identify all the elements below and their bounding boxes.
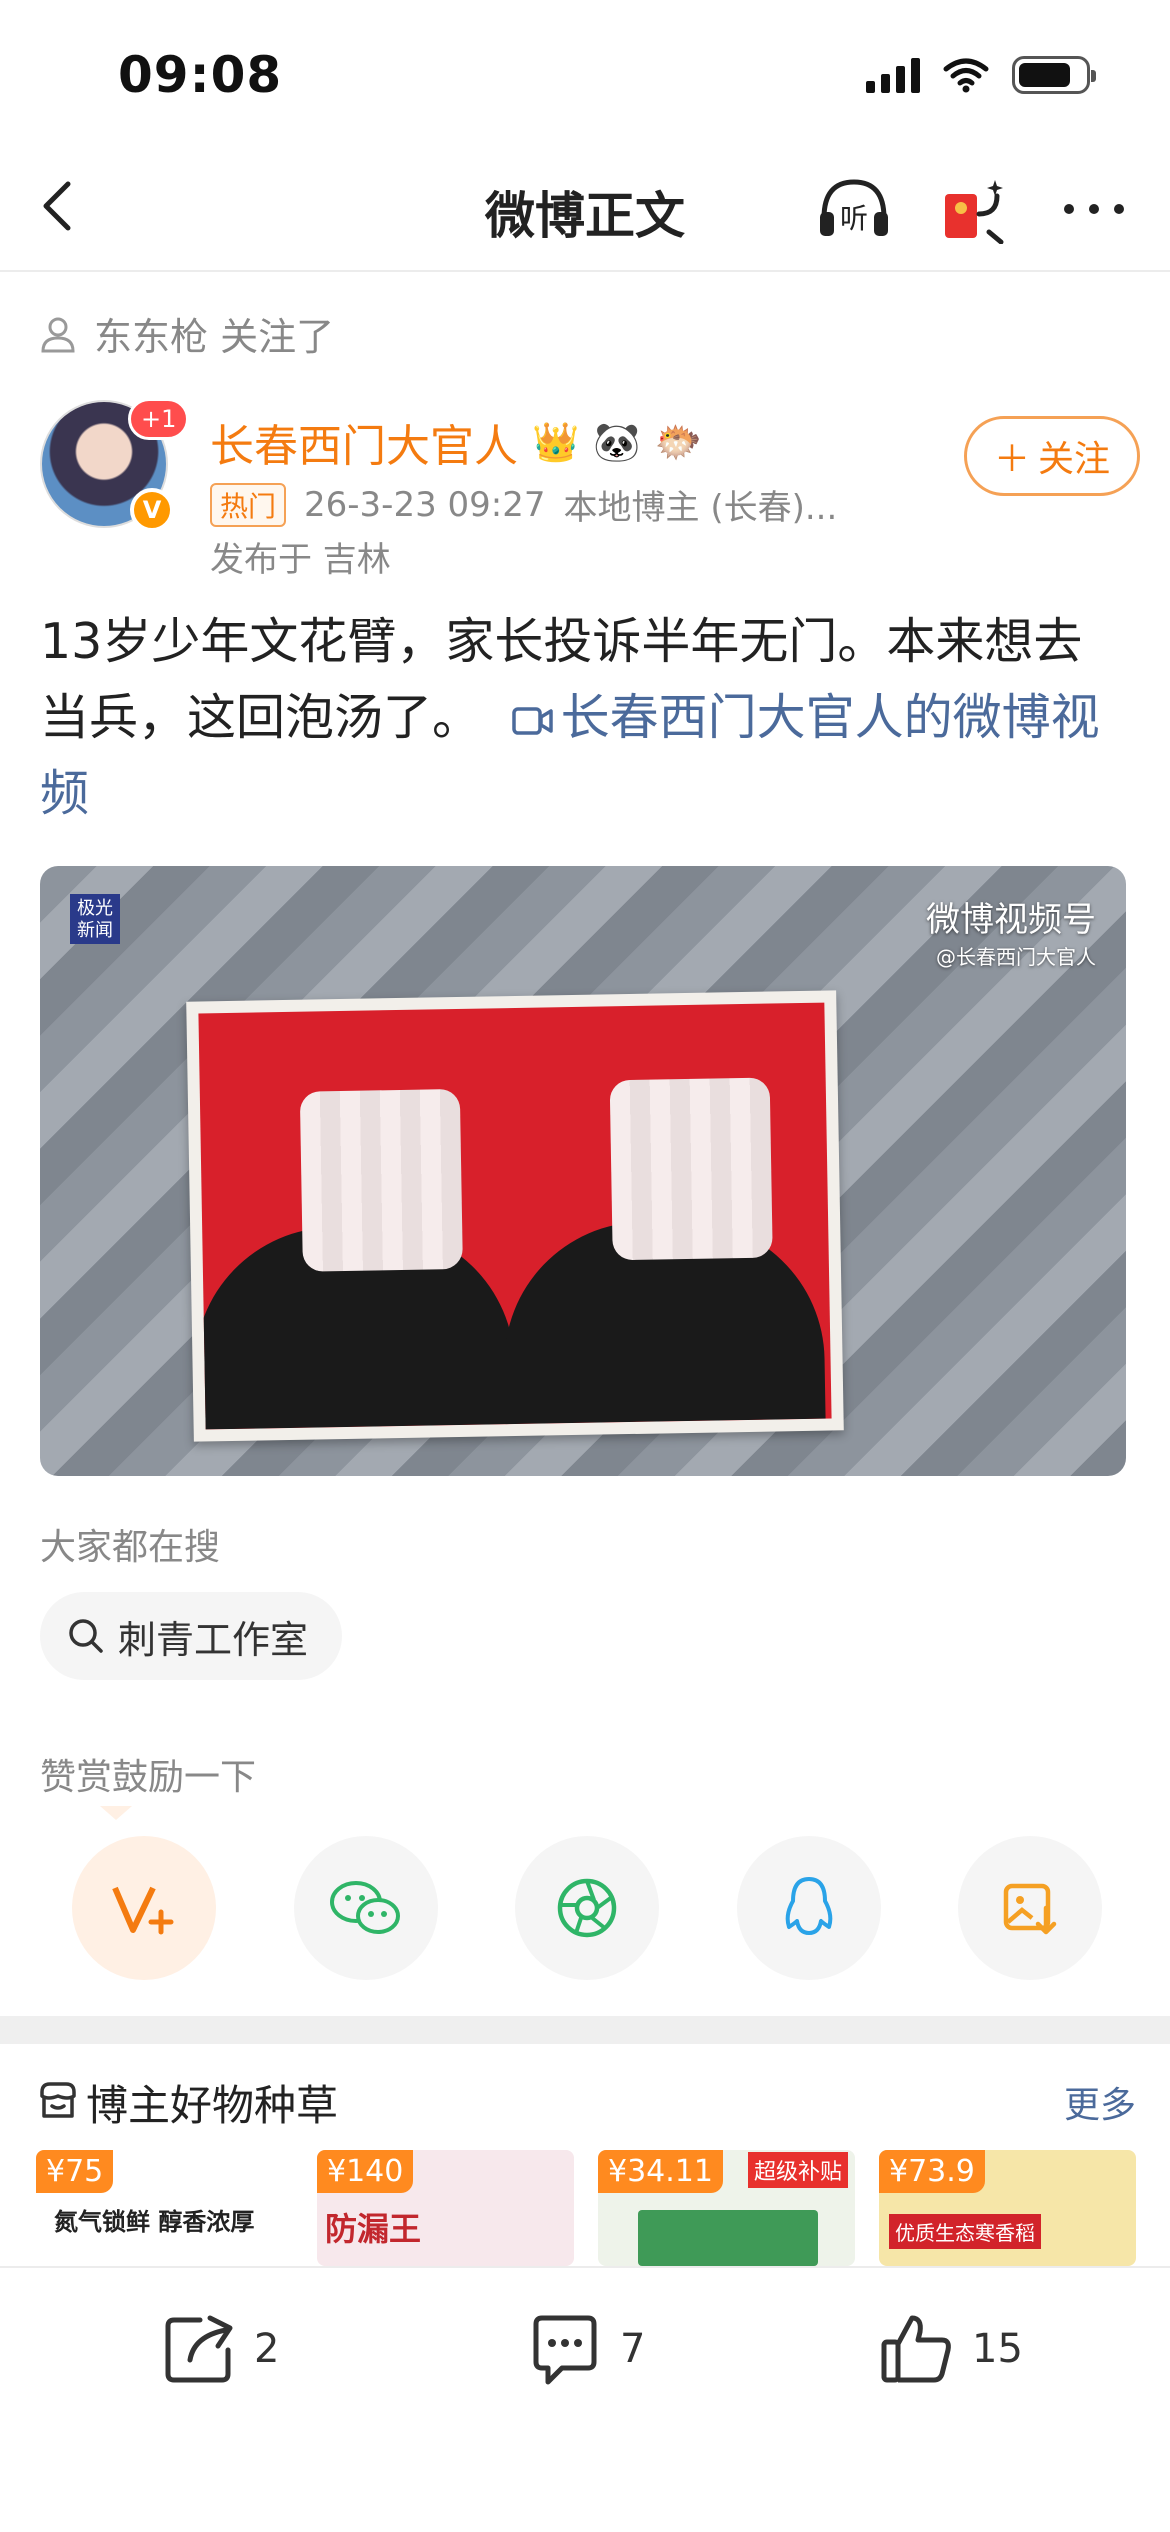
crown-badge-icon: 👑 xyxy=(532,419,580,464)
watermark-title: 微博视频号 xyxy=(926,900,1096,940)
video-watermark: 微博视频号 @长春西门大官人 xyxy=(926,892,1096,970)
hot-tag: 热门 xyxy=(210,482,287,527)
verified-badge-icon: V xyxy=(130,488,174,532)
products-more-link[interactable]: 更多 xyxy=(1064,2076,1136,2128)
product-price: ¥75 xyxy=(36,2150,114,2193)
video-source-logo: 极光新闻 xyxy=(70,894,120,944)
qq-penguin-icon xyxy=(785,1877,832,1935)
comment-button[interactable]: 7 xyxy=(526,2310,645,2388)
user-icon xyxy=(41,317,75,352)
share-qq-button[interactable] xyxy=(736,1836,881,1980)
status-icons xyxy=(866,56,1096,94)
author-name-row: 长春西门大官人 👑 🐼 🐡 xyxy=(210,410,702,474)
watermark-handle: @长春西门大官人 xyxy=(936,945,1096,969)
product-price: ¥140 xyxy=(317,2150,414,2193)
svg-text:听: 听 xyxy=(840,202,868,235)
cellular-signal-icon xyxy=(866,57,920,93)
products-header: 博主好物种草 更多 xyxy=(36,2072,1136,2130)
author-header: +1 V 长春西门大官人 👑 🐼 🐡 热门 26-3-23 09:27 本地博主… xyxy=(40,398,1140,590)
repost-count: 2 xyxy=(254,2326,280,2372)
wifi-icon xyxy=(943,58,989,93)
headphones-icon: 听 xyxy=(820,179,888,236)
follow-notice: 东东枪 关注了 xyxy=(38,306,334,361)
nav-bar: 微博正文 听 xyxy=(0,150,1170,272)
share-row xyxy=(72,1836,1102,1980)
bottom-action-bar: 2 7 15 xyxy=(0,2266,1170,2532)
video-frame-photo xyxy=(186,990,844,1442)
product-caption: 超级补贴 xyxy=(748,2152,849,2188)
share-wechat-button[interactable] xyxy=(293,1836,438,1980)
author-name[interactable]: 长春西门大官人 xyxy=(210,410,518,474)
product-price: ¥73.9 xyxy=(879,2150,985,2193)
follow-notice-text: 东东枪 关注了 xyxy=(94,315,335,359)
red-packet-button[interactable] xyxy=(934,172,1014,246)
more-dots-icon xyxy=(1064,204,1124,214)
repost-icon xyxy=(165,2315,233,2383)
search-section-label: 大家都在搜 xyxy=(40,1527,221,1568)
wechat-icon xyxy=(329,1881,400,1934)
battery-icon xyxy=(1012,56,1096,94)
follow-button-label: 关注 xyxy=(1038,439,1111,480)
reward-pointer xyxy=(100,1806,132,1820)
post-location: 发布于 吉林 xyxy=(210,540,391,580)
search-chip-label: 刺青工作室 xyxy=(118,1617,309,1662)
nav-actions: 听 xyxy=(814,172,1134,246)
products-title: 博主好物种草 xyxy=(86,2081,339,2130)
repost-button[interactable]: 2 xyxy=(160,2310,279,2388)
plus-icon: ＋ xyxy=(993,439,1030,480)
post-meta: 热门 26-3-23 09:27 本地博主 (长春)... xyxy=(210,480,837,529)
video-player[interactable]: 极光新闻 微博视频号 @长春西门大官人 xyxy=(40,866,1126,1476)
shop-icon xyxy=(40,2082,76,2118)
product-caption: 防漏王 xyxy=(325,2210,422,2248)
red-packet-icon xyxy=(945,180,1004,244)
fish-badge-icon: 🐡 xyxy=(654,419,702,464)
status-bar: 09:08 xyxy=(0,0,1170,150)
avatar-badge: +1 xyxy=(128,398,190,440)
save-image-button[interactable] xyxy=(958,1836,1102,1980)
comment-count: 7 xyxy=(620,2326,646,2372)
listen-button[interactable]: 听 xyxy=(814,172,894,246)
product-card[interactable]: ¥75 氮气锁鲜 醇香浓厚 xyxy=(36,2150,293,2266)
product-caption: 氮气锁鲜 醇香浓厚 xyxy=(54,2208,255,2236)
product-list: ¥75 氮气锁鲜 醇香浓厚 ¥140 防漏王 ¥34.11 超级补贴 ¥73.9… xyxy=(36,2150,1136,2266)
follow-button[interactable]: ＋ 关注 xyxy=(964,416,1140,496)
reward-v-plus-icon xyxy=(112,1886,174,1935)
moments-shutter-icon xyxy=(557,1878,617,1938)
product-price: ¥34.11 xyxy=(598,2150,723,2193)
post-timestamp: 26-3-23 09:27 xyxy=(304,484,546,525)
panda-badge-icon: 🐼 xyxy=(593,419,641,464)
post-body: 13岁少年文花臂，家长投诉半年无门。本来想去当兵，这回泡汤了。 长春西门大官人的… xyxy=(40,604,1130,832)
video-link-icon xyxy=(511,706,553,735)
reward-section-label: 赞赏鼓励一下 xyxy=(40,1757,257,1798)
thumbs-up-icon xyxy=(881,2315,951,2383)
product-card[interactable]: ¥140 防漏王 xyxy=(317,2150,574,2266)
product-caption: 优质生态寒香稻 xyxy=(889,2214,1041,2249)
save-image-icon xyxy=(1003,1883,1057,1935)
comment-icon xyxy=(533,2315,597,2385)
section-divider xyxy=(0,2016,1170,2044)
product-card[interactable]: ¥73.9 优质生态寒香稻 xyxy=(879,2150,1136,2266)
reward-button[interactable] xyxy=(72,1836,216,1980)
product-card[interactable]: ¥34.11 超级补贴 xyxy=(598,2150,855,2266)
share-moments-button[interactable] xyxy=(515,1836,659,1980)
search-icon xyxy=(69,1619,103,1653)
post-source: 本地博主 (长春)... xyxy=(563,488,838,528)
more-options-button[interactable] xyxy=(1054,172,1134,246)
like-count: 15 xyxy=(972,2326,1023,2372)
like-button[interactable]: 15 xyxy=(878,2310,1023,2388)
search-chip[interactable]: 刺青工作室 xyxy=(40,1592,343,1680)
status-time: 09:08 xyxy=(118,46,283,104)
